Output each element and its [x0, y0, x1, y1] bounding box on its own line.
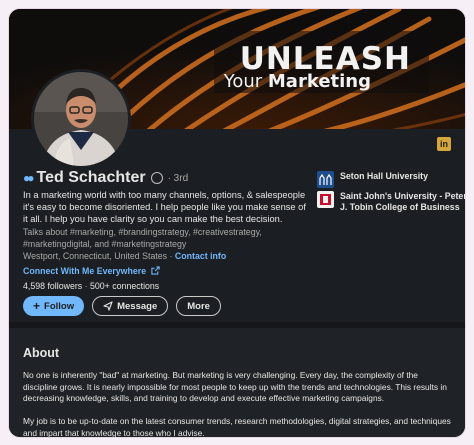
action-buttons: + Follow Message More	[23, 296, 221, 316]
education-name: Seton Hall University	[340, 171, 428, 181]
connect-link-label: Connect With Me Everywhere	[23, 266, 147, 276]
banner-subtitle-prefix: Your	[223, 71, 268, 92]
location: Westport, Connecticut, United States	[23, 251, 168, 261]
message-label: Message	[117, 300, 158, 312]
more-label: More	[187, 300, 210, 312]
banner-subtitle-bold: Marketing	[267, 71, 371, 92]
about-heading: About	[23, 346, 60, 360]
location-separator: ·	[167, 251, 175, 261]
st-johns-logo	[317, 191, 334, 208]
profile-card: UNLEASH Your Marketing in ●● Ted Schacht…	[8, 8, 466, 438]
avatar-photo	[34, 72, 128, 166]
seton-hall-crest-icon	[319, 173, 332, 185]
st-johns-crest-icon	[320, 194, 331, 205]
location-row: Westport, Connecticut, United States · C…	[23, 251, 226, 261]
banner-subtitle: Your Marketing	[224, 71, 371, 92]
pronunciation-icon[interactable]: ●●	[23, 171, 34, 185]
followers-count[interactable]: 4,598 followers	[23, 281, 82, 291]
seton-hall-logo	[317, 171, 334, 188]
about-section: About No one is inherently "bad" at mark…	[9, 322, 465, 438]
connections-count[interactable]: 500+ connections	[90, 281, 159, 291]
stats-separator: ·	[82, 281, 90, 291]
follow-button[interactable]: + Follow	[23, 296, 85, 316]
education-item[interactable]: Seton Hall University	[317, 171, 465, 188]
plus-icon: +	[33, 299, 41, 313]
about-paragraph: No one is inherently "bad" at marketing.…	[23, 370, 447, 403]
verified-shield-icon[interactable]	[150, 172, 163, 184]
connection-degree: · 3rd	[167, 172, 189, 184]
education-item[interactable]: Saint John's University - Peter J. Tobin…	[317, 191, 466, 213]
paper-plane-icon	[103, 301, 113, 311]
follower-stats: 4,598 followers · 500+ connections	[23, 281, 159, 291]
message-button[interactable]: Message	[92, 296, 169, 316]
talks-about: Talks about #marketing, #brandingstrateg…	[23, 227, 262, 249]
more-button[interactable]: More	[176, 296, 221, 316]
avatar[interactable]	[31, 69, 131, 169]
name-row: ●● Ted Schachter · 3rd	[23, 169, 188, 187]
profile-headline: In a marketing world with too many chann…	[23, 190, 306, 224]
connect-link[interactable]: Connect With Me Everywhere	[23, 266, 160, 276]
about-paragraph: My job is to be up-to-date on the latest…	[23, 416, 451, 438]
external-link-icon	[150, 266, 160, 275]
profile-name: Ted Schachter	[36, 169, 146, 186]
follow-label: Follow	[44, 300, 75, 312]
linkedin-icon[interactable]: in	[437, 137, 451, 151]
contact-info-link[interactable]: Contact info	[175, 251, 226, 261]
education-name: Saint John's University - Peter J. Tobin…	[340, 191, 466, 212]
